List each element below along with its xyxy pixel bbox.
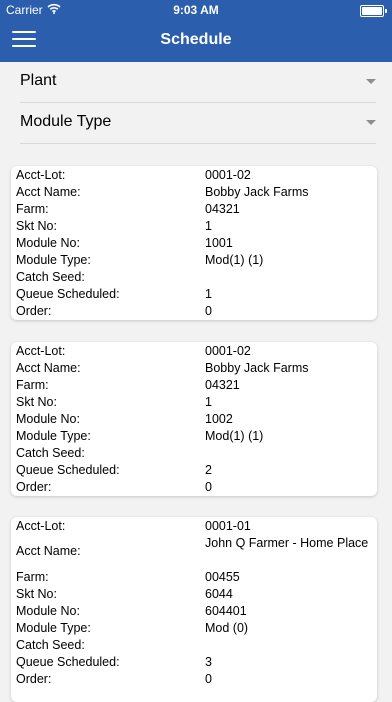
acct-name-row: Acct Name: John Q Farmer - Home Place: [11, 535, 377, 569]
module-no-label: Module No:: [16, 412, 80, 426]
queue-scheduled-label: Queue Scheduled:: [16, 287, 120, 301]
farm-value: 00455: [205, 570, 240, 584]
skt-no-label: Skt No:: [16, 219, 57, 233]
order-row: Order: 0: [11, 479, 377, 496]
module-no-row: Module No: 604401: [11, 603, 377, 620]
farm-value: 04321: [205, 202, 240, 216]
order-value: 0: [205, 672, 212, 686]
queue-scheduled-label: Queue Scheduled:: [16, 655, 120, 669]
catch-seed-row: Catch Seed:: [11, 637, 377, 654]
module-no-row: Module No: 1001: [11, 235, 377, 252]
order-label: Order:: [16, 304, 52, 318]
acct-lot-label: Acct-Lot:: [16, 344, 66, 358]
battery-icon: [360, 5, 387, 17]
acct-lot-value: 0001-01: [205, 519, 251, 533]
chevron-down-icon: [366, 120, 376, 125]
acct-name-value: Bobby Jack Farms: [205, 361, 309, 375]
acct-lot-value: 0001-02: [205, 344, 251, 358]
queue-scheduled-value: 2: [205, 463, 212, 477]
queue-scheduled-row: Queue Scheduled: 3: [11, 654, 377, 671]
farm-row: Farm: 04321: [11, 377, 377, 394]
module-type-row: Module Type: Mod(1) (1): [11, 428, 377, 445]
module-no-row: Module No: 1002: [11, 411, 377, 428]
module-type-dropdown[interactable]: Module Type: [20, 103, 376, 144]
chevron-down-icon: [366, 79, 376, 84]
skt-no-label: Skt No:: [16, 587, 57, 601]
acct-lot-value: 0001-02: [205, 168, 251, 182]
order-value: 0: [205, 304, 212, 318]
module-type-label: Module Type:: [16, 621, 91, 635]
farm-row: Farm: 04321: [11, 201, 377, 218]
queue-scheduled-label: Queue Scheduled:: [16, 463, 120, 477]
acct-name-value: John Q Farmer - Home Place: [205, 536, 369, 550]
queue-scheduled-row: Queue Scheduled: 1: [11, 286, 377, 303]
skt-no-value: 1: [205, 395, 212, 409]
acct-lot-row: Acct-Lot: 0001-02: [11, 343, 377, 360]
acct-name-label: Acct Name:: [16, 185, 81, 199]
catch-seed-row: Catch Seed:: [11, 445, 377, 462]
queue-scheduled-row: Queue Scheduled: 2: [11, 462, 377, 479]
skt-no-row: Skt No: 6044: [11, 586, 377, 603]
skt-no-label: Skt No:: [16, 395, 57, 409]
module-type-row: Module Type: Mod(1) (1): [11, 252, 377, 269]
farm-label: Farm:: [16, 570, 49, 584]
acct-name-row: Acct Name: Bobby Jack Farms: [11, 360, 377, 377]
plant-dropdown[interactable]: Plant: [20, 62, 376, 103]
catch-seed-label: Catch Seed:: [16, 446, 85, 460]
schedule-card[interactable]: Acct-Lot: 0001-02 Acct Name: Bobby Jack …: [11, 342, 377, 496]
catch-seed-label: Catch Seed:: [16, 270, 85, 284]
acct-name-value: Bobby Jack Farms: [205, 185, 309, 199]
catch-seed-row: Catch Seed:: [11, 269, 377, 286]
status-time: 9:03 AM: [173, 3, 219, 17]
order-label: Order:: [16, 672, 52, 686]
skt-no-row: Skt No: 1: [11, 394, 377, 411]
module-type-value: Mod (0): [205, 621, 249, 635]
nav-bar: Carrier 9:03 AM Schedule: [0, 0, 392, 62]
queue-scheduled-value: 1: [205, 287, 212, 301]
plant-dropdown-label: Plant: [20, 72, 57, 89]
module-no-label: Module No:: [16, 604, 80, 618]
module-no-label: Module No:: [16, 236, 80, 250]
status-bar: Carrier 9:03 AM: [0, 0, 392, 20]
acct-lot-label: Acct-Lot:: [16, 168, 66, 182]
module-no-value: 604401: [205, 604, 247, 618]
module-no-value: 1001: [205, 236, 233, 250]
farm-row: Farm: 00455: [11, 569, 377, 586]
schedule-card[interactable]: Acct-Lot: 0001-01 Acct Name: John Q Farm…: [11, 517, 377, 702]
module-type-row: Module Type: Mod (0): [11, 620, 377, 637]
skt-no-row: Skt No: 1: [11, 218, 377, 235]
acct-name-label: Acct Name:: [16, 361, 81, 375]
farm-value: 04321: [205, 378, 240, 392]
module-no-value: 1002: [205, 412, 233, 426]
page-title: Schedule: [160, 31, 232, 48]
acct-lot-row: Acct-Lot: 0001-01: [11, 518, 377, 535]
module-type-dropdown-label: Module Type: [20, 113, 112, 130]
farm-label: Farm:: [16, 378, 49, 392]
order-row: Order: 0: [11, 671, 377, 688]
order-row: Order: 0: [11, 303, 377, 320]
order-value: 0: [205, 480, 212, 494]
acct-lot-row: Acct-Lot: 0001-02: [11, 167, 377, 184]
module-type-value: Mod(1) (1): [205, 429, 264, 443]
module-type-label: Module Type:: [16, 429, 91, 443]
module-type-label: Module Type:: [16, 253, 91, 267]
module-type-value: Mod(1) (1): [205, 253, 264, 267]
skt-no-value: 6044: [205, 587, 233, 601]
order-label: Order:: [16, 480, 52, 494]
acct-lot-label: Acct-Lot:: [16, 519, 66, 533]
catch-seed-label: Catch Seed:: [16, 638, 85, 652]
skt-no-value: 1: [205, 219, 212, 233]
acct-name-label: Acct Name:: [16, 544, 81, 558]
farm-label: Farm:: [16, 202, 49, 216]
acct-name-row: Acct Name: Bobby Jack Farms: [11, 184, 377, 201]
schedule-card[interactable]: Acct-Lot: 0001-02 Acct Name: Bobby Jack …: [11, 166, 377, 320]
queue-scheduled-value: 3: [205, 655, 212, 669]
